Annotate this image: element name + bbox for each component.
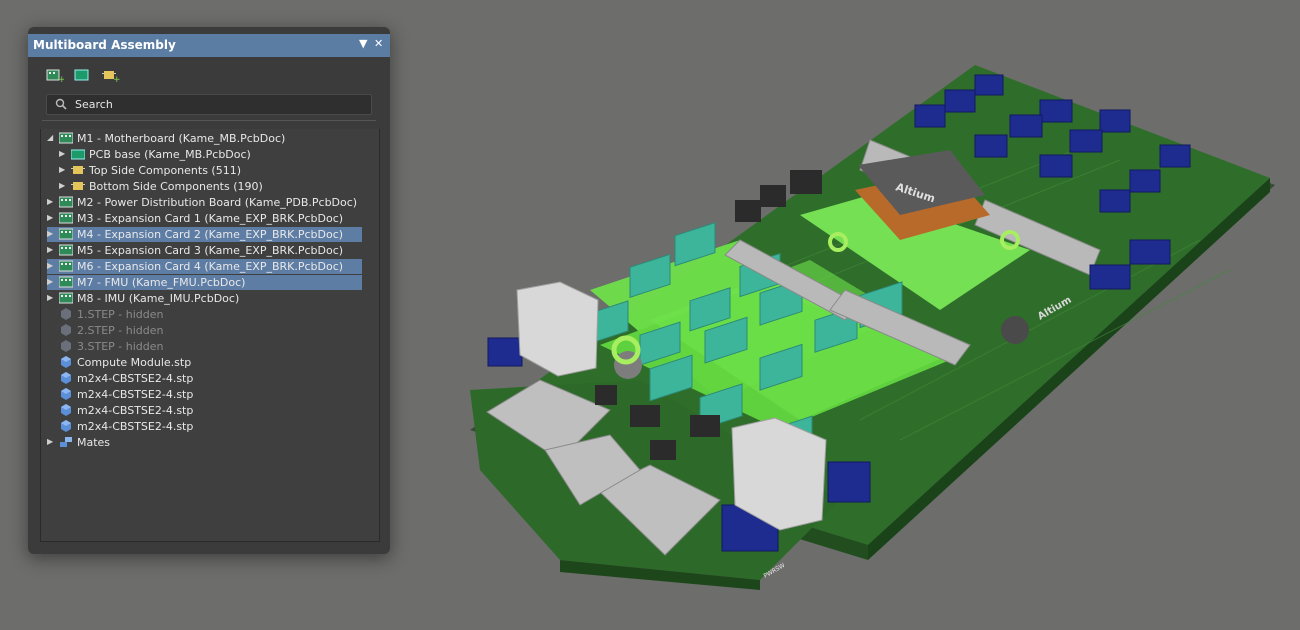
step-model-icon [59,388,73,400]
svg-text:+: + [113,75,120,83]
search-box [46,94,372,115]
step-model-icon [59,340,73,352]
assembly-tree: ◢ M1 - Motherboard (Kame_MB.PcbDoc) ▶ PC… [40,129,380,542]
expand-arrow-icon[interactable]: ▶ [47,293,55,303]
tree-item-mates[interactable]: ▶ Mates [47,435,362,450]
panel-titlebar[interactable]: Multiboard Assembly ▼ ✕ [28,34,390,57]
tree-item-top-side-components[interactable]: ▶ Top Side Components (511) [47,163,362,178]
tree-item-label: Compute Module.stp [77,356,192,369]
tree-item-m4[interactable]: ▶ M4 - Expansion Card 2 (Kame_EXP_BRK.Pc… [47,227,362,242]
tree-item-step1[interactable]: 1.STEP - hidden [47,307,362,322]
tree-item-label: 2.STEP - hidden [77,324,164,337]
tree-item-m2x4-4[interactable]: m2x4-CBSTSE2-4.stp [47,419,362,434]
expand-arrow-icon[interactable]: ▶ [59,149,67,159]
tree-item-m2x4-3[interactable]: m2x4-CBSTSE2-4.stp [47,403,362,418]
collapse-arrow-icon[interactable]: ◢ [47,133,55,143]
tree-item-label: m2x4-CBSTSE2-4.stp [77,420,194,433]
tree-item-m8[interactable]: ▶ M8 - IMU (Kame_IMU.PcbDoc) [47,291,362,306]
panel-close-button[interactable]: ✕ [374,37,383,50]
expand-arrow-icon[interactable]: ▶ [47,213,55,223]
multiboard-icon [58,244,74,256]
tree-item-compute-module[interactable]: Compute Module.stp [47,355,362,370]
toolbar-divider [42,120,376,121]
tree-item-label: m2x4-CBSTSE2-4.stp [77,404,194,417]
multiboard-icon [58,196,74,208]
tree-item-m2x4-2[interactable]: m2x4-CBSTSE2-4.stp [47,387,362,402]
tree-item-step2[interactable]: 2.STEP - hidden [47,323,362,338]
expand-arrow-icon[interactable]: ▶ [47,229,55,239]
tree-item-m6[interactable]: ▶ M6 - Expansion Card 4 (Kame_EXP_BRK.Pc… [47,259,362,274]
multiboard-icon [58,132,74,144]
expand-arrow-icon[interactable]: ▶ [47,261,55,271]
tree-item-label: M7 - FMU (Kame_FMU.PcbDoc) [77,276,246,289]
pcb-board-icon[interactable] [74,67,92,83]
expand-arrow-icon[interactable]: ▶ [47,245,55,255]
tree-item-label: Bottom Side Components (190) [89,180,263,193]
panel-title: Multiboard Assembly [33,38,176,52]
tree-item-label: M2 - Power Distribution Board (Kame_PDB.… [77,196,358,209]
step-model-icon [59,324,73,336]
multiboard-icon [58,228,74,240]
pcb-board-icon [70,148,86,160]
tree-item-label: M8 - IMU (Kame_IMU.PcbDoc) [77,292,240,305]
panel-menu-button[interactable]: ▼ [359,37,367,50]
tree-item-m2x4-1[interactable]: m2x4-CBSTSE2-4.stp [47,371,362,386]
tree-item-m5[interactable]: ▶ M5 - Expansion Card 3 (Kame_EXP_BRK.Pc… [47,243,362,258]
expand-arrow-icon[interactable]: ▶ [47,277,55,287]
step-model-icon [59,372,73,384]
tree-item-m3[interactable]: ▶ M3 - Expansion Card 1 (Kame_EXP_BRK.Pc… [47,211,362,226]
search-input[interactable] [73,96,367,113]
step-model-icon [59,356,73,368]
component-icon [71,164,85,176]
component-icon [71,180,85,192]
expand-arrow-icon[interactable]: ▶ [59,165,67,175]
multiboard-icon [58,212,74,224]
expand-arrow-icon[interactable]: ▶ [47,437,55,447]
tree-item-label: M5 - Expansion Card 3 (Kame_EXP_BRK.PcbD… [77,244,344,257]
search-icon [55,98,67,110]
multiboard-assembly-panel: Multiboard Assembly ▼ ✕ + + ◢ M1 - Mothe… [28,27,390,554]
tree-item-label: m2x4-CBSTSE2-4.stp [77,388,194,401]
tree-item-pcb-base[interactable]: ▶ PCB base (Kame_MB.PcbDoc) [47,147,362,162]
multiboard-icon [58,260,74,272]
tree-item-label: Mates [77,436,111,449]
tree-item-m2[interactable]: ▶ M2 - Power Distribution Board (Kame_PD… [47,195,362,210]
tree-item-label: 3.STEP - hidden [77,340,164,353]
tree-item-label: PCB base (Kame_MB.PcbDoc) [89,148,251,161]
tree-item-label: M3 - Expansion Card 1 (Kame_EXP_BRK.PcbD… [77,212,344,225]
tree-item-step3[interactable]: 3.STEP - hidden [47,339,362,354]
tree-item-label: M6 - Expansion Card 4 (Kame_EXP_BRK.PcbD… [77,260,344,273]
tree-item-label: M1 - Motherboard (Kame_MB.PcbDoc) [77,132,286,145]
tree-item-m1[interactable]: ◢ M1 - Motherboard (Kame_MB.PcbDoc) [47,131,362,146]
expand-arrow-icon[interactable]: ▶ [59,181,67,191]
add-component-icon[interactable]: + [102,67,121,85]
mates-icon [59,436,73,448]
step-model-icon [59,404,73,416]
multiboard-icon [58,276,74,288]
expand-arrow-icon[interactable]: ▶ [47,197,55,207]
insert-board-icon[interactable]: + [46,67,66,85]
tree-item-label: Top Side Components (511) [89,164,242,177]
svg-text:+: + [58,75,64,83]
tree-item-label: M4 - Expansion Card 2 (Kame_EXP_BRK.PcbD… [77,228,344,241]
tree-item-label: 1.STEP - hidden [77,308,164,321]
tree-item-label: m2x4-CBSTSE2-4.stp [77,372,194,385]
multiboard-icon [58,292,74,304]
tree-item-m7[interactable]: ▶ M7 - FMU (Kame_FMU.PcbDoc) [47,275,362,290]
step-model-icon [59,420,73,432]
step-model-icon [59,308,73,320]
tree-item-bottom-side-components[interactable]: ▶ Bottom Side Components (190) [47,179,362,194]
